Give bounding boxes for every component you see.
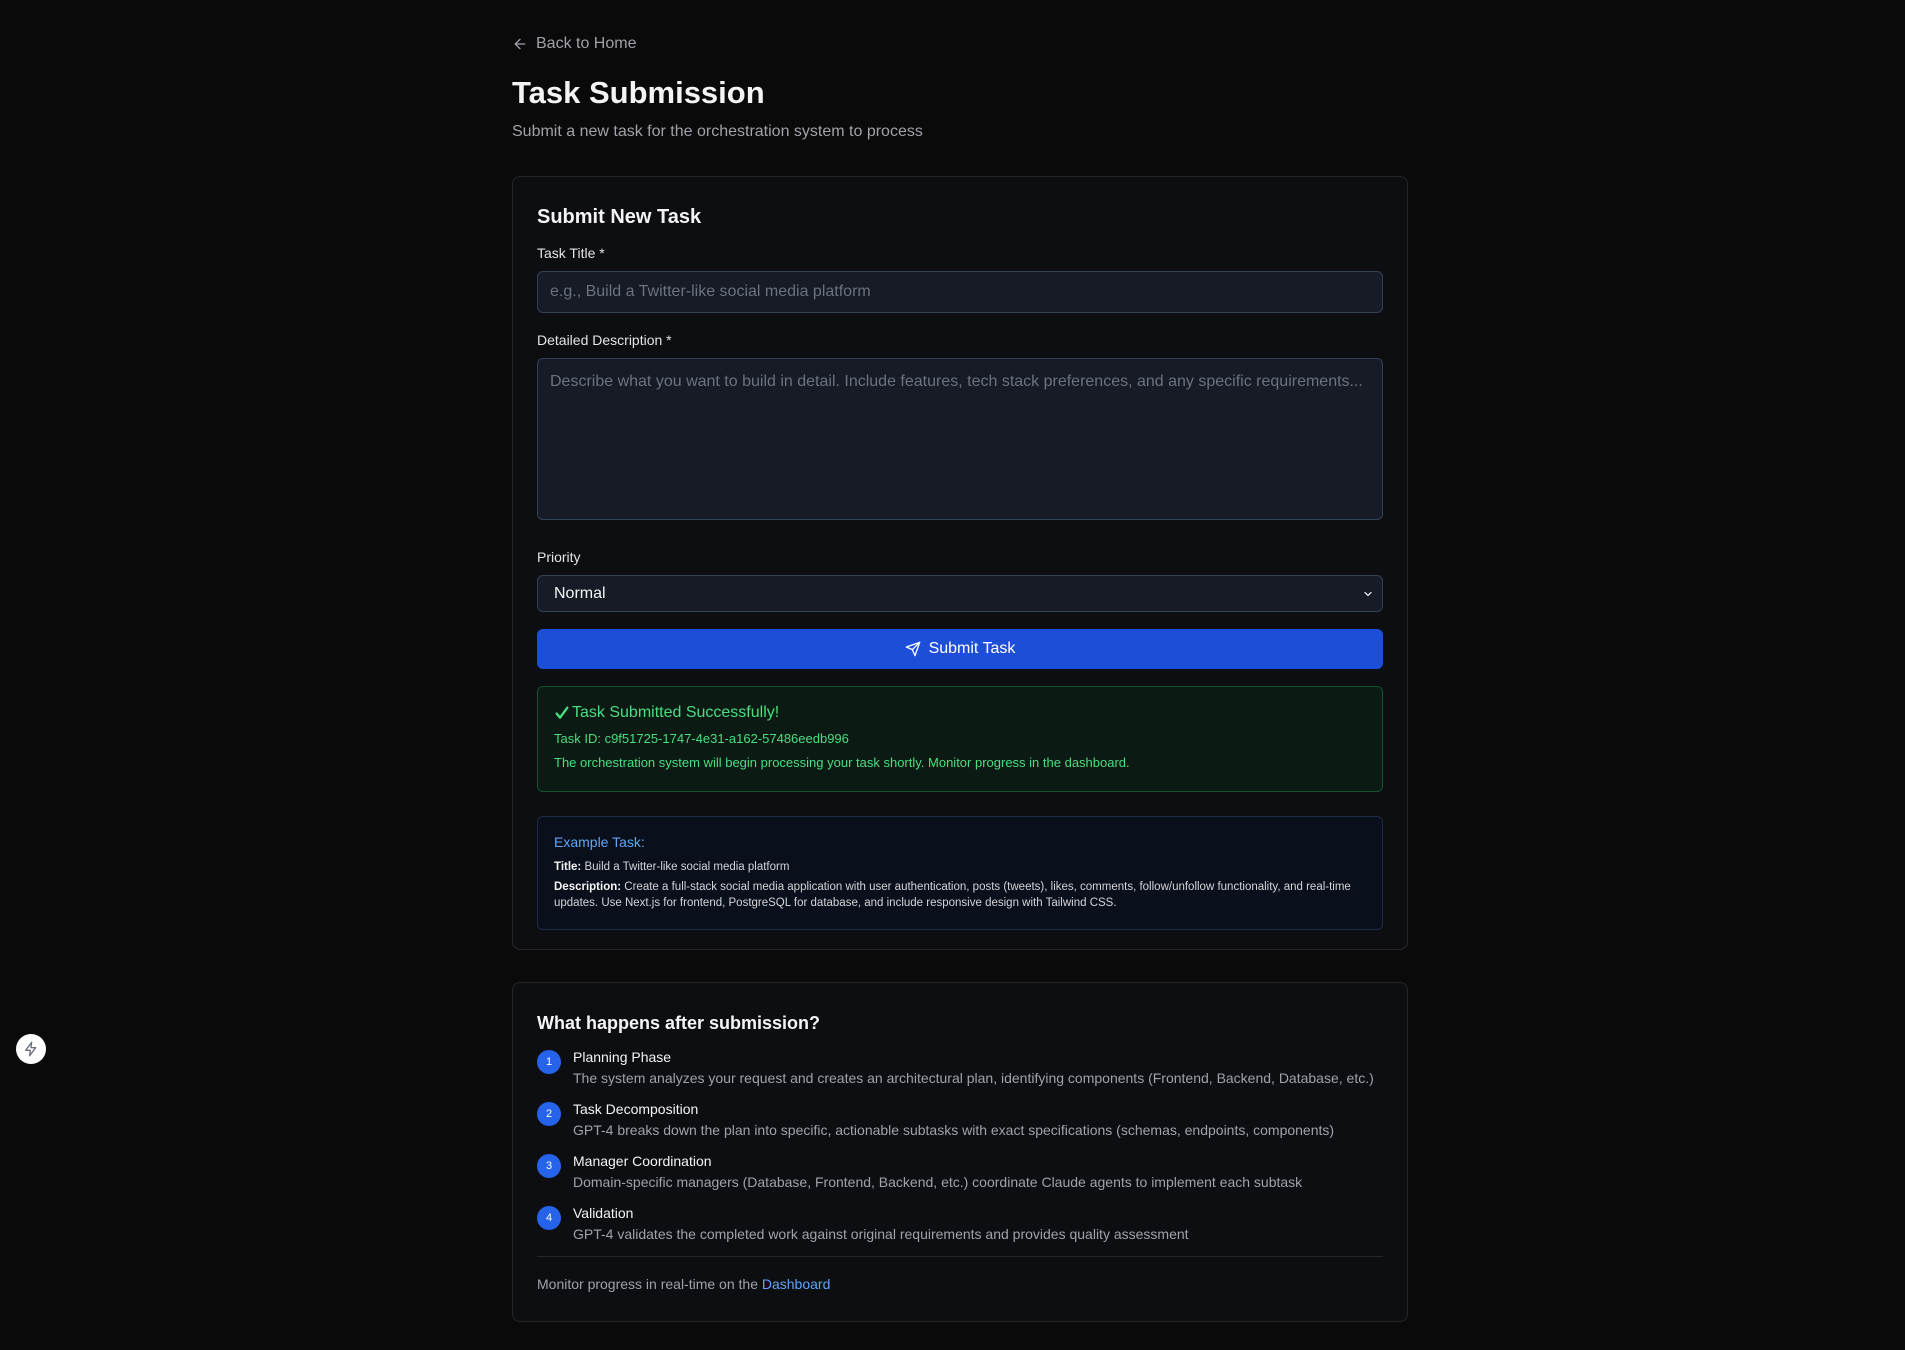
- submit-task-button[interactable]: Submit Task: [537, 629, 1383, 669]
- success-title: Task Submitted Successfully!: [554, 703, 1366, 723]
- bolt-icon: [25, 1041, 37, 1057]
- step-number-badge: 2: [537, 1102, 561, 1126]
- steps-title: What happens after submission?: [537, 1013, 821, 1033]
- step-description: Domain-specific managers (Database, Fron…: [573, 1174, 1303, 1190]
- example-task-box: Example Task: Title: Build a Twitter-lik…: [537, 816, 1383, 930]
- step-item: 3 Manager Coordination Domain-specific m…: [537, 1152, 1383, 1204]
- submit-button-label: Submit Task: [928, 640, 1016, 657]
- success-task-id: Task ID: c9f51725-1747-4e31-a162-57486ee…: [554, 731, 849, 746]
- step-number-badge: 1: [537, 1050, 561, 1074]
- dashboard-link[interactable]: Dashboard: [762, 1276, 831, 1292]
- priority-selected-value: Normal: [554, 584, 606, 602]
- priority-select[interactable]: Normal: [537, 575, 1383, 612]
- step-name: Manager Coordination: [573, 1153, 712, 1169]
- send-icon: [905, 641, 920, 657]
- page-title: Task Submission: [512, 75, 765, 110]
- form-card-title: Submit New Task: [537, 206, 702, 228]
- example-heading: Example Task:: [554, 834, 645, 850]
- success-message-box: Task Submitted Successfully! Task ID: c9…: [537, 686, 1383, 792]
- check-icon: [555, 706, 569, 719]
- step-name: Validation: [573, 1205, 634, 1221]
- back-to-home-link[interactable]: Back to Home: [512, 34, 1408, 54]
- page-container: Back to Home Task Submission Submit a ne…: [512, 0, 1408, 1322]
- example-title-key: Title:: [554, 861, 582, 873]
- step-description: GPT-4 validates the completed work again…: [573, 1226, 1189, 1242]
- priority-label: Priority: [537, 549, 581, 565]
- task-title-input[interactable]: [537, 271, 1383, 313]
- step-item: 2 Task Decomposition GPT-4 breaks down t…: [537, 1100, 1383, 1152]
- floating-action-button[interactable]: [16, 1034, 46, 1064]
- back-link-label: Back to Home: [536, 35, 637, 52]
- chevron-down-icon: [1364, 591, 1372, 596]
- example-description-line: Description: Create a full-stack social …: [554, 879, 1366, 911]
- step-description: The system analyzes your request and cre…: [573, 1070, 1374, 1086]
- process-steps-card: What happens after submission? 1 Plannin…: [512, 982, 1408, 1322]
- steps-list: 1 Planning Phase The system analyzes you…: [537, 1048, 1383, 1256]
- success-message: The orchestration system will begin proc…: [554, 755, 1130, 770]
- step-name: Task Decomposition: [573, 1101, 699, 1117]
- example-title-value: Build a Twitter-like social media platfo…: [584, 861, 790, 873]
- step-number-badge: 4: [537, 1206, 561, 1230]
- example-description-key: Description:: [554, 881, 622, 893]
- divider: [537, 1256, 1383, 1257]
- page-subtitle: Submit a new task for the orchestration …: [512, 123, 923, 140]
- example-title-line: Title: Build a Twitter-like social media…: [554, 859, 1366, 875]
- success-title-text: Task Submitted Successfully!: [572, 704, 780, 721]
- monitor-progress-text: Monitor progress in real-time on the Das…: [537, 1275, 1383, 1293]
- step-name: Planning Phase: [573, 1049, 672, 1065]
- monitor-text: Monitor progress in real-time on the: [537, 1276, 762, 1292]
- step-number-badge: 3: [537, 1154, 561, 1178]
- step-item: 4 Validation GPT-4 validates the complet…: [537, 1204, 1383, 1256]
- step-item: 1 Planning Phase The system analyzes you…: [537, 1048, 1383, 1100]
- submit-task-card: Submit New Task Task Title * Detailed De…: [512, 176, 1408, 950]
- step-description: GPT-4 breaks down the plan into specific…: [573, 1122, 1335, 1138]
- description-textarea[interactable]: [537, 358, 1383, 520]
- task-title-label: Task Title *: [537, 245, 605, 261]
- arrow-left-icon: [514, 38, 526, 50]
- example-description-value: Create a full-stack social media applica…: [554, 881, 1351, 909]
- description-label: Detailed Description *: [537, 332, 672, 348]
